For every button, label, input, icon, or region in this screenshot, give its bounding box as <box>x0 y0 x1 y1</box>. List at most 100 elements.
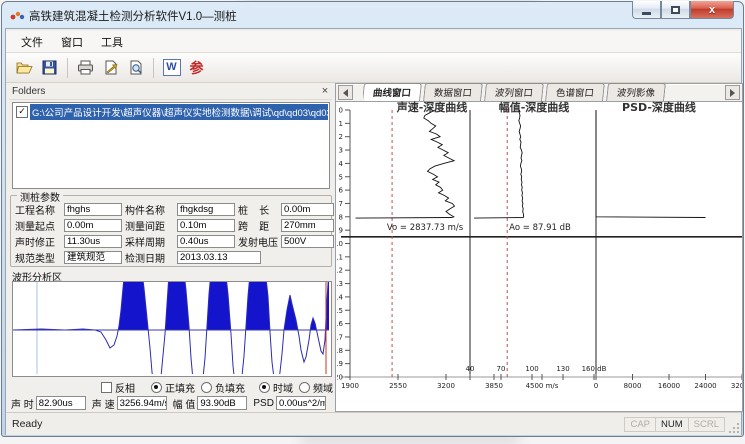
param-label: 规范类型 <box>15 250 64 265</box>
tab-4[interactable]: 色谱窗口 <box>545 83 605 101</box>
params-grid: 工程名称fhghs构件名称fhgkdsg桩 长0.00m测量起点0.00m测量间… <box>13 201 329 265</box>
fill-positive-radio[interactable]: 正填充 <box>151 380 195 395</box>
measure-label: 声 速 <box>92 396 115 411</box>
svg-text:40: 40 <box>466 365 475 373</box>
print-button[interactable] <box>73 56 98 80</box>
svg-text:12: 12 <box>337 267 343 275</box>
maximize-icon <box>671 6 680 14</box>
param-field[interactable]: 11.30us <box>64 235 122 248</box>
tab-2[interactable]: 数据窗口 <box>423 83 483 101</box>
tab-scroll-left-button[interactable] <box>338 85 353 100</box>
minimize-icon <box>642 12 651 15</box>
print-preview-button[interactable] <box>123 56 148 80</box>
svg-text:7: 7 <box>339 200 343 208</box>
save-button[interactable] <box>37 56 62 80</box>
chart-title-2: 幅值-深度曲线 <box>499 100 570 114</box>
measure-field[interactable]: 0.00us^2/m <box>276 396 326 410</box>
svg-text:11: 11 <box>337 253 343 261</box>
param-field[interactable]: 建筑规范 <box>64 251 122 264</box>
svg-text:130: 130 <box>556 365 569 373</box>
maximize-button[interactable] <box>661 1 690 19</box>
fill-negative-radio[interactable]: 负填充 <box>201 380 245 395</box>
param-field[interactable]: 0.10m <box>177 219 235 232</box>
svg-text:8000: 8000 <box>624 382 642 390</box>
invert-checkbox[interactable]: 反相 <box>101 380 135 395</box>
file-path[interactable]: G:\公司产品设计开发\超声仪器\超声仪实地检测数据\调试\qd\qd03\qd… <box>30 104 328 120</box>
svg-text:4: 4 <box>339 160 344 168</box>
chart-title-3: PSD-深度曲线 <box>622 100 696 114</box>
param-field[interactable]: 270mm <box>281 219 334 232</box>
fill-negative-radio-dot[interactable] <box>201 382 212 393</box>
parameters-button[interactable]: 参 <box>184 56 209 80</box>
params-row: 工程名称fhghs构件名称fhgkdsg桩 长0.00m <box>13 201 329 217</box>
param-field[interactable]: 2013.03.13 <box>177 251 261 264</box>
freq-domain-radio[interactable]: 频域 <box>299 380 333 395</box>
folders-close-icon[interactable]: × <box>318 85 332 97</box>
resize-grip[interactable] <box>728 422 740 434</box>
menu-item-2[interactable]: 窗口 <box>52 31 92 53</box>
open-file-button[interactable] <box>12 56 37 80</box>
measure-field[interactable]: 3256.94m/s <box>117 396 167 410</box>
param-field[interactable]: 0.00m <box>281 203 334 216</box>
measure-field[interactable]: 82.90us <box>36 396 86 410</box>
close-icon: x <box>709 4 715 16</box>
waveform-plot <box>13 282 329 374</box>
title-bar[interactable]: 高铁建筑混凝土检测分析软件V1.0—测桩 x <box>2 2 743 28</box>
status-indicators: CAPNUMSCRL <box>624 417 725 432</box>
param-label: 发射电压 <box>238 234 281 249</box>
close-button[interactable]: x <box>690 1 734 19</box>
file-listbox[interactable]: ✓ G:\公司产品设计开发\超声仪器\超声仪实地检测数据\调试\qd\qd03\… <box>12 102 330 189</box>
indicator-num: NUM <box>655 417 688 432</box>
svg-text:2: 2 <box>339 133 343 141</box>
page-export-icon <box>103 60 119 75</box>
tab-1[interactable]: 曲线窗口 <box>363 83 422 101</box>
svg-text:19: 19 <box>337 360 343 368</box>
list-item[interactable]: ✓ G:\公司产品设计开发\超声仪器\超声仪实地检测数据\调试\qd\qd03\… <box>14 105 328 119</box>
param-field[interactable]: fhghs <box>64 203 122 216</box>
svg-text:20: 20 <box>337 374 343 382</box>
param-label: 检测日期 <box>125 250 177 265</box>
fill-positive-label: 正填充 <box>165 380 195 395</box>
invert-label: 反相 <box>115 380 135 395</box>
pile-params-group: 测桩参数 工程名称fhghs构件名称fhgkdsg桩 长0.00m测量起点0.0… <box>10 195 332 267</box>
param-field[interactable]: 0.00m <box>64 219 122 232</box>
freq-domain-label: 频域 <box>313 380 333 395</box>
svg-text:10: 10 <box>337 240 343 248</box>
param-label: 声时修正 <box>15 234 64 249</box>
tab-scroll-right-button[interactable] <box>725 85 740 100</box>
file-checkbox[interactable]: ✓ <box>16 106 28 118</box>
time-domain-radio-dot[interactable] <box>259 382 270 393</box>
client-area: 文件窗口工具 <box>5 28 742 435</box>
tab-5[interactable]: 波列影像 <box>606 83 666 101</box>
menu-item-3[interactable]: 工具 <box>92 31 132 53</box>
chart-annotation-2: Ao = 87.91 dB <box>509 223 571 233</box>
svg-text:15: 15 <box>337 307 343 315</box>
fill-positive-radio-dot[interactable] <box>151 382 162 393</box>
waveform-controls: 反相 正填充 负填充 时域 频域 <box>7 380 332 394</box>
param-label: 跨 距 <box>238 218 281 233</box>
printer-icon <box>77 60 94 75</box>
folders-pane-title: Folders <box>9 86 318 97</box>
folders-pane-header: Folders × <box>9 83 332 100</box>
time-domain-radio[interactable]: 时域 <box>259 380 293 395</box>
minimize-button[interactable] <box>632 1 661 19</box>
param-field[interactable]: 0.40us <box>177 235 235 248</box>
svg-text:0: 0 <box>594 382 598 390</box>
svg-text:3: 3 <box>339 147 343 155</box>
menu-item-1[interactable]: 文件 <box>12 31 52 53</box>
print-export-button[interactable] <box>98 56 123 80</box>
params-row: 规范类型建筑规范检测日期2013.03.13 <box>13 249 329 265</box>
svg-text:100: 100 <box>525 365 538 373</box>
tab-3[interactable]: 波列窗口 <box>484 83 544 101</box>
waveform-box[interactable] <box>12 281 332 377</box>
params-row: 测量起点0.00m测量间距0.10m跨 距270mm <box>13 217 329 233</box>
measure-field[interactable]: 93.90dB <box>197 396 247 410</box>
param-label: 构件名称 <box>125 202 177 217</box>
parameters-icon: 参 <box>190 58 204 78</box>
param-field[interactable]: 500V <box>281 235 334 248</box>
freq-domain-radio-dot[interactable] <box>299 382 310 393</box>
param-field[interactable]: fhgkdsg <box>177 203 235 216</box>
word-export-button[interactable]: W <box>159 56 184 80</box>
param-label: 测量起点 <box>15 218 64 233</box>
invert-checkbox-box[interactable] <box>101 382 112 393</box>
